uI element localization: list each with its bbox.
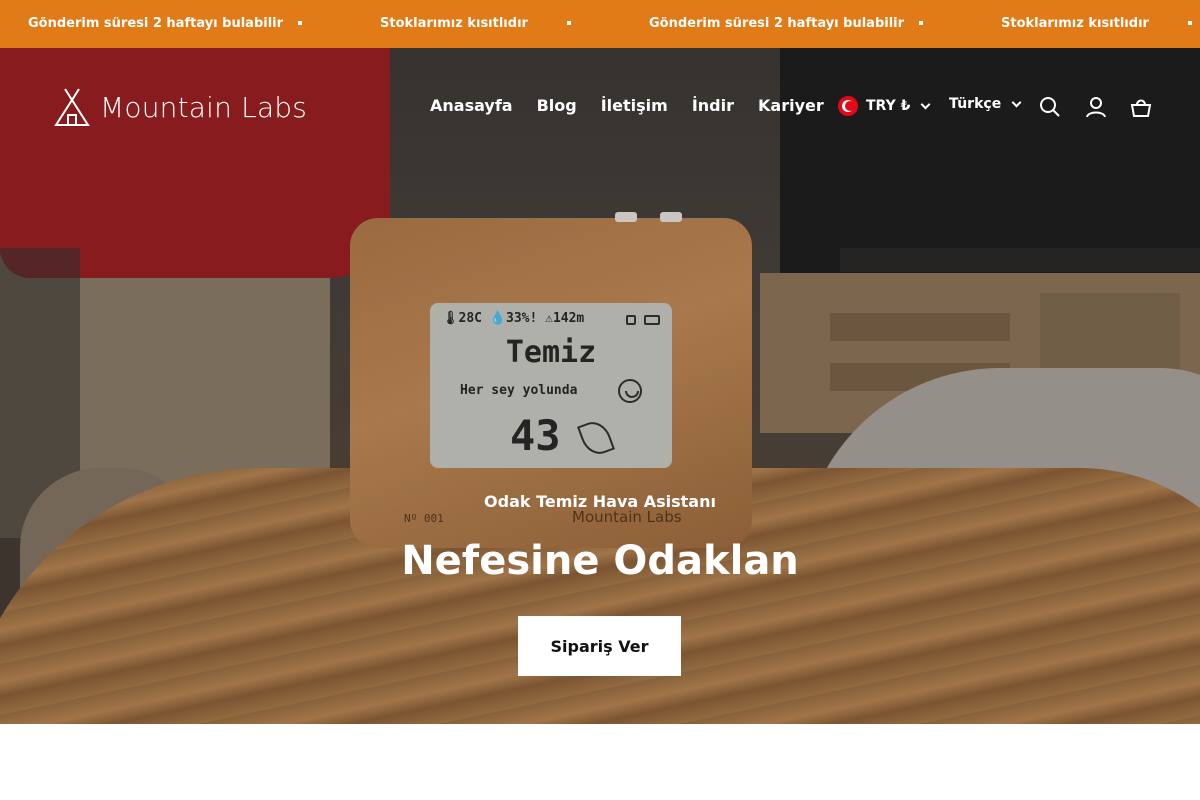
currency-selector[interactable]: TRY ₺ — [838, 96, 931, 116]
tent-logo-icon — [54, 88, 90, 126]
separator-dot — [567, 21, 571, 25]
chevron-down-icon — [1011, 97, 1022, 107]
nav-item-blog[interactable]: Blog — [537, 96, 577, 115]
search-button[interactable] — [1039, 96, 1061, 118]
announcement-message: Gönderim süresi 2 haftayı bulabilir — [649, 16, 905, 31]
announcement-message: Stoklarımız kısıtlıdır — [1001, 16, 1149, 31]
announcement-bar: Gönderim süresi 2 haftayı bulabilir Stok… — [0, 0, 1200, 48]
language-selector[interactable]: Türkçe — [949, 96, 1022, 112]
announcement-message: Stoklarımız kısıtlıdır — [380, 16, 528, 31]
announcement-message: Gönderim süresi 2 haftayı bulabilir — [28, 16, 284, 31]
hero-subtitle: Odak Temiz Hava Asistanı — [484, 492, 716, 511]
turkey-flag-icon — [838, 96, 858, 116]
nav-item-iletisim[interactable]: İletişim — [601, 96, 668, 115]
chevron-down-icon — [920, 99, 931, 109]
nav-item-anasayfa[interactable]: Anasayfa — [430, 96, 513, 115]
language-label: Türkçe — [949, 96, 1002, 112]
cart-icon — [1130, 99, 1152, 117]
cart-button[interactable] — [1130, 96, 1152, 118]
logo-text: Mountain Labs — [100, 90, 308, 124]
nav-item-indir[interactable]: İndir — [692, 96, 734, 115]
separator-dot — [1188, 21, 1192, 25]
search-icon — [1040, 97, 1060, 117]
currency-label: TRY ₺ — [866, 98, 911, 114]
main-nav: Anasayfa Blog İletişim İndir Kariyer — [430, 96, 824, 115]
site-logo[interactable]: Mountain Labs — [54, 86, 307, 128]
separator-dot — [919, 21, 923, 25]
hero-title: Nefesine Odaklan — [401, 538, 799, 584]
separator-dot — [298, 21, 302, 25]
account-button[interactable] — [1085, 96, 1107, 118]
nav-item-kariyer[interactable]: Kariyer — [758, 96, 824, 115]
order-button[interactable]: Sipariş Ver — [518, 616, 681, 676]
account-icon — [1086, 97, 1106, 118]
